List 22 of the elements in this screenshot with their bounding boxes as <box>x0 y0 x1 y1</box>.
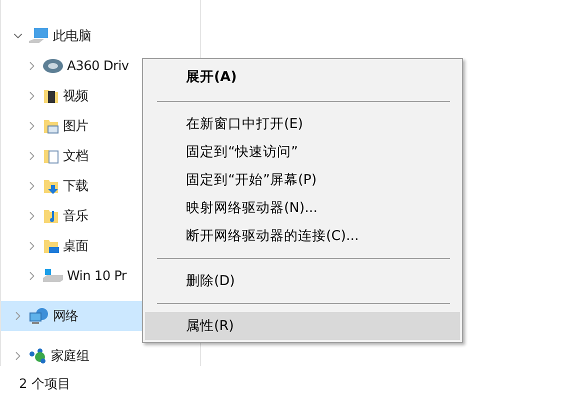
swirl-icon <box>42 58 64 74</box>
tree-item[interactable]: 家庭组 <box>1 341 200 371</box>
drive-icon <box>42 268 64 284</box>
network-icon <box>28 307 50 325</box>
menu-item[interactable]: 属性(R) <box>145 312 460 340</box>
menu-item[interactable]: 删除(D) <box>145 267 460 295</box>
menu-item[interactable]: 断开网络驱动器的连接(C)... <box>145 222 460 250</box>
menu-item[interactable]: 映射网络驱动器(N)... <box>145 194 460 222</box>
documents-folder-icon <box>42 147 60 165</box>
desktop-folder-icon <box>42 237 60 255</box>
menu-item[interactable]: 固定到“开始”屏幕(P) <box>145 166 460 194</box>
menu-item[interactable]: 展开(A) <box>145 61 460 93</box>
item-count: 2 个项目 <box>19 376 70 393</box>
pictures-folder-icon <box>42 117 60 135</box>
menu-item[interactable]: 在新窗口中打开(E) <box>145 110 460 138</box>
video-folder-icon <box>42 87 60 105</box>
homegroup-icon <box>28 348 48 364</box>
computer-icon <box>28 27 50 45</box>
music-folder-icon <box>42 207 60 225</box>
downloads-folder-icon <box>42 177 60 195</box>
tree-item[interactable]: 此电脑 <box>1 21 200 51</box>
menu-item[interactable]: 固定到“快速访问” <box>145 138 460 166</box>
